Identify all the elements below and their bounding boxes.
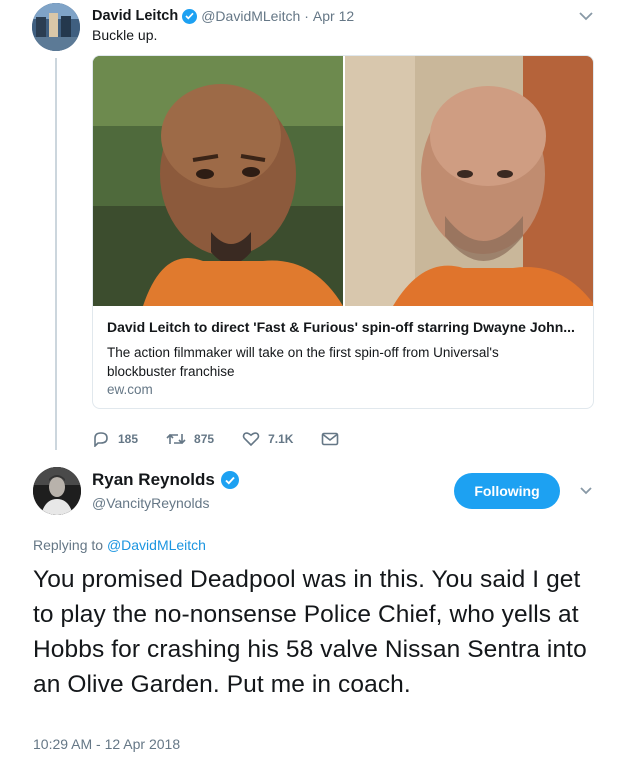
replying-to-link[interactable]: @DavidMLeitch bbox=[107, 537, 206, 553]
thread-connector-line bbox=[55, 58, 57, 450]
tweet-page: David Leitch @DavidMLeitch · Apr 12 Buck… bbox=[0, 0, 620, 761]
verified-badge-icon bbox=[220, 471, 239, 489]
tweet-date[interactable]: Apr 12 bbox=[313, 8, 354, 24]
retweet-action[interactable]: 875 bbox=[166, 431, 214, 447]
retweet-count: 875 bbox=[194, 432, 215, 446]
reply-tweet-text: You promised Deadpool was in this. You s… bbox=[33, 566, 587, 698]
avatar-ryan-reynolds[interactable] bbox=[33, 467, 81, 515]
reply-icon bbox=[94, 432, 108, 447]
reply-count: 185 bbox=[118, 432, 139, 446]
verified-badge-icon bbox=[182, 8, 198, 24]
like-count: 7.1K bbox=[268, 432, 294, 446]
reply-author-name[interactable]: Ryan Reynolds bbox=[92, 470, 215, 490]
following-button[interactable]: Following bbox=[454, 473, 560, 509]
reply-author-header: Ryan Reynolds bbox=[92, 470, 243, 490]
chevron-down-icon[interactable] bbox=[576, 8, 596, 24]
quoted-tweet-header: David Leitch @DavidMLeitch · Apr 12 bbox=[92, 6, 354, 26]
retweet-icon bbox=[166, 433, 186, 445]
author-handle[interactable]: @DavidMLeitch bbox=[201, 8, 300, 24]
like-icon bbox=[242, 432, 260, 447]
reply-timestamp[interactable]: 10:29 AM - 12 Apr 2018 bbox=[33, 736, 180, 752]
reply-action[interactable]: 185 bbox=[92, 431, 138, 447]
reply-author-handle[interactable]: @VancityReynolds bbox=[92, 495, 209, 511]
avatar-david-leitch[interactable] bbox=[32, 3, 80, 51]
quoted-tweet-text: Buckle up. bbox=[92, 27, 158, 43]
like-action[interactable]: 7.1K bbox=[242, 431, 293, 447]
replying-to-line: Replying to @DavidMLeitch bbox=[33, 537, 206, 553]
card-description: The action filmmaker will take on the fi… bbox=[107, 345, 499, 379]
direct-message-action[interactable] bbox=[321, 432, 347, 446]
replying-to-prefix: Replying to bbox=[33, 537, 104, 553]
card-domain: ew.com bbox=[107, 382, 153, 397]
card-title: David Leitch to direct 'Fast & Furious' … bbox=[107, 319, 575, 335]
chevron-down-icon[interactable] bbox=[578, 484, 594, 498]
separator-dot: · bbox=[304, 8, 309, 24]
link-preview-card[interactable]: David Leitch to direct 'Fast & Furious' … bbox=[92, 55, 594, 409]
card-image bbox=[93, 56, 593, 306]
direct-message-icon bbox=[322, 432, 339, 446]
tweet-actions: 185 875 7.1K bbox=[92, 428, 375, 450]
author-name[interactable]: David Leitch bbox=[92, 8, 178, 24]
